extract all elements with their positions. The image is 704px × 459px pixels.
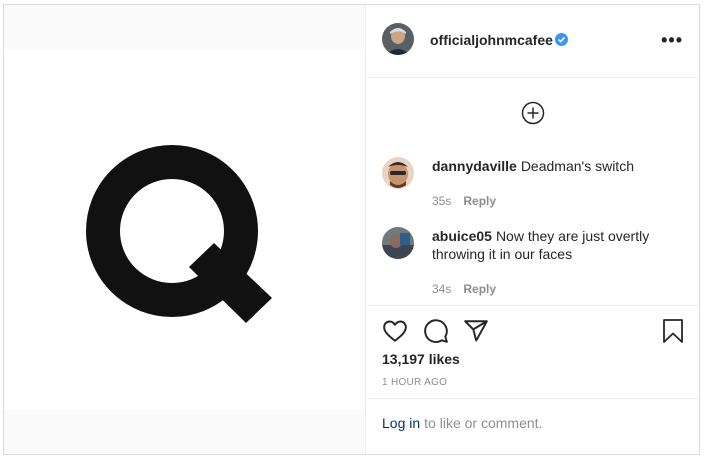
comment-body: dannydaville Deadman's switch (432, 157, 683, 175)
post-image[interactable] (4, 5, 365, 454)
post-card: officialjohnmcafee ••• dannydaville Dead… (3, 4, 700, 455)
comment-text: Deadman's switch (520, 158, 634, 174)
bookmark-icon[interactable] (661, 318, 685, 344)
load-more-comments-icon[interactable] (521, 101, 545, 125)
login-prompt-rest: to like or comment. (424, 415, 543, 431)
post-timestamp[interactable]: 1 HOUR AGO (382, 377, 447, 388)
post-header: officialjohnmcafee ••• (366, 5, 699, 78)
comment-age: 34s (432, 282, 452, 296)
author-avatar[interactable] (382, 23, 414, 55)
comment-age: 35s (432, 194, 452, 208)
reply-button[interactable]: Reply (463, 194, 496, 208)
author-username[interactable]: officialjohnmcafee (430, 32, 553, 48)
q-letter-graphic (86, 145, 272, 323)
share-icon[interactable] (463, 318, 489, 344)
commenter-avatar[interactable] (382, 227, 414, 259)
comment-meta: 34s Reply (432, 282, 496, 296)
login-link[interactable]: Log in (382, 415, 420, 431)
like-count[interactable]: 13,197 likes (382, 351, 460, 367)
comment-item: abuice05 Now they are just overtly throwi… (382, 227, 683, 297)
commenter-avatar[interactable] (382, 157, 414, 189)
more-options-icon[interactable]: ••• (661, 30, 683, 51)
action-bar (366, 305, 699, 356)
verified-badge-icon (555, 33, 568, 46)
comment-body: abuice05 Now they are just overtly throwi… (432, 227, 683, 263)
comment-icon[interactable] (423, 318, 449, 344)
comment-username[interactable]: abuice05 (432, 228, 492, 244)
heart-icon[interactable] (382, 318, 408, 344)
comment-username[interactable]: dannydaville (432, 158, 517, 174)
reply-button[interactable]: Reply (463, 282, 496, 296)
login-prompt: Log in to like or comment. (366, 398, 699, 454)
login-prompt-text: Log in to like or comment. (382, 415, 542, 431)
comment-item: dannydaville Deadman's switch 35s Reply (382, 157, 683, 208)
comment-meta: 35s Reply (432, 194, 496, 208)
post-side-panel: officialjohnmcafee ••• dannydaville Dead… (365, 5, 699, 454)
